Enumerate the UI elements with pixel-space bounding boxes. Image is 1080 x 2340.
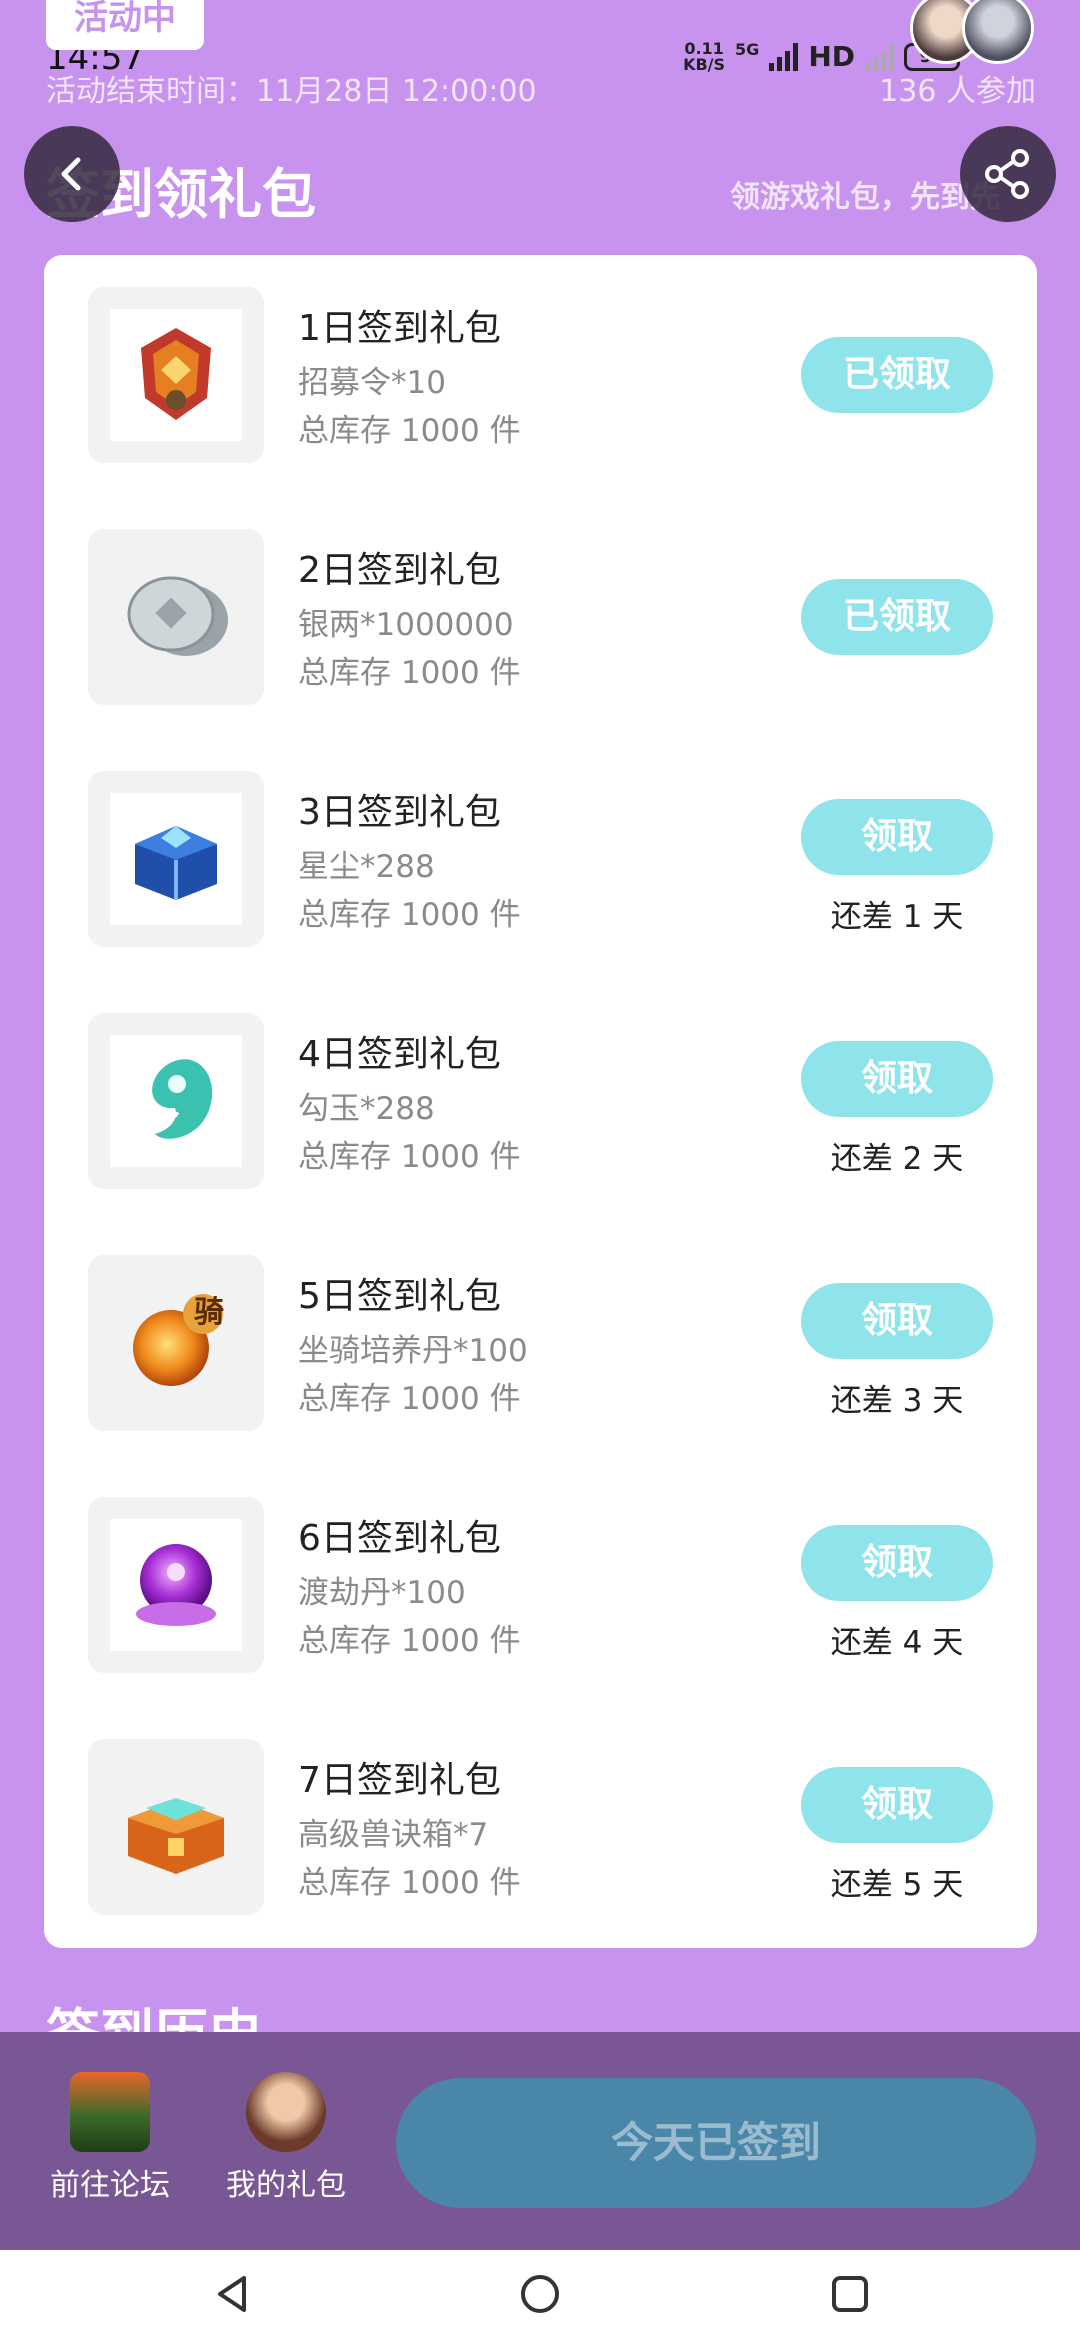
gift-row: 2日签到礼包 银两*1000000 总库存 1000 件 已领取 — [44, 497, 1037, 739]
signed-in-button[interactable]: 今天已签到 — [396, 2078, 1036, 2208]
gift-thumbnail — [88, 529, 264, 705]
gift-item: 勾玉*288 — [298, 1091, 435, 1127]
gift-thumbnail — [88, 1013, 264, 1189]
gift-stock: 总库存 1000 件 — [298, 1865, 521, 1901]
stardust-chest-icon — [135, 826, 217, 900]
net-speed: 0.11 KB/S — [683, 38, 726, 74]
gift-stock: 总库存 1000 件 — [298, 1381, 521, 1417]
magatama-icon — [152, 1059, 213, 1139]
gift-thumbnail — [88, 1739, 264, 1915]
bottom-action-bar: 前往论坛 我的礼包 今天已签到 — [0, 2032, 1080, 2250]
participant-avatars — [910, 0, 1034, 64]
gift-title: 3日签到礼包 — [298, 792, 501, 833]
gift-row: 1日签到礼包 招募令*10 总库存 1000 件 已领取 — [44, 255, 1037, 497]
participant-count: 136 人参加 — [879, 74, 1036, 109]
gift-row: 7日签到礼包 高级兽诀箱*7 总库存 1000 件 领取 还差 5 天 — [44, 1707, 1037, 1949]
days-remaining: 还差 4 天 — [830, 1625, 964, 1661]
tribulation-pill-icon — [136, 1544, 216, 1626]
my-gifts-label: 我的礼包 — [226, 2168, 346, 2203]
gift-thumbnail — [88, 287, 264, 463]
gift-title: 7日签到礼包 — [298, 1760, 501, 1801]
days-remaining: 还差 2 天 — [830, 1141, 964, 1177]
system-nav-bar — [0, 2250, 1080, 2340]
gift-item: 星尘*288 — [298, 849, 435, 885]
gift-title: 6日签到礼包 — [298, 1518, 501, 1559]
gift-item: 招募令*10 — [298, 365, 446, 401]
share-icon — [985, 149, 1029, 199]
gift-stock: 总库存 1000 件 — [298, 1139, 521, 1175]
forum-label: 前往论坛 — [50, 2168, 170, 2203]
gift-thumbnail — [88, 771, 264, 947]
nav-home-icon[interactable] — [518, 2272, 562, 2316]
gift-title: 2日签到礼包 — [298, 550, 501, 591]
forum-button[interactable]: 前往论坛 — [40, 2072, 180, 2204]
claim-button[interactable]: 领取 — [801, 1041, 993, 1117]
claimed-button[interactable]: 已领取 — [801, 337, 993, 413]
gift-title: 5日签到礼包 — [298, 1276, 501, 1317]
days-remaining: 还差 1 天 — [830, 899, 964, 935]
gift-item: 高级兽诀箱*7 — [298, 1817, 489, 1853]
my-gifts-button[interactable]: 我的礼包 — [216, 2072, 356, 2204]
beast-chest-icon — [128, 1798, 224, 1874]
gift-thumbnail: 骑 — [88, 1255, 264, 1431]
share-button[interactable] — [960, 126, 1056, 222]
gift-item: 坐骑培养丹*100 — [298, 1333, 528, 1369]
mount-badge: 骑 — [194, 1295, 224, 1330]
gift-stock: 总库存 1000 件 — [298, 413, 521, 449]
gift-row: 4日签到礼包 勾玉*288 总库存 1000 件 领取 还差 2 天 — [44, 981, 1037, 1223]
gift-item: 银两*1000000 — [298, 607, 514, 643]
days-remaining: 还差 3 天 — [830, 1383, 964, 1419]
claim-button[interactable]: 领取 — [801, 799, 993, 875]
gift-row: 6日签到礼包 渡劫丹*100 总库存 1000 件 领取 还差 4 天 — [44, 1465, 1037, 1707]
gift-title: 1日签到礼包 — [298, 308, 501, 349]
forum-game-icon — [70, 2072, 150, 2152]
gift-row: 3日签到礼包 星尘*288 总库存 1000 件 领取 还差 1 天 — [44, 739, 1037, 981]
activity-status-badge: 活动中 — [46, 0, 204, 50]
participant-avatar — [962, 0, 1034, 64]
gift-item: 渡劫丹*100 — [298, 1575, 466, 1611]
back-button[interactable] — [24, 126, 120, 222]
nav-recents-icon[interactable] — [828, 2272, 872, 2316]
back-arrow-icon — [61, 157, 81, 191]
activity-end-time: 活动结束时间：11月28日 12:00:00 — [46, 74, 537, 109]
signal-icon — [769, 42, 799, 71]
nav-back-icon[interactable] — [210, 2272, 254, 2316]
claim-button[interactable]: 领取 — [801, 1283, 993, 1359]
gift-stock: 总库存 1000 件 — [298, 655, 521, 691]
gift-stock: 总库存 1000 件 — [298, 897, 521, 933]
my-gifts-avatar-icon — [246, 2072, 326, 2152]
network-label: 5G — [735, 40, 760, 59]
gift-title: 4日签到礼包 — [298, 1034, 501, 1075]
claim-button[interactable]: 领取 — [801, 1767, 993, 1843]
gift-thumbnail — [88, 1497, 264, 1673]
claimed-button[interactable]: 已领取 — [801, 579, 993, 655]
silver-coin-icon — [127, 576, 228, 656]
gift-stock: 总库存 1000 件 — [298, 1623, 521, 1659]
gift-list-card: 1日签到礼包 招募令*10 总库存 1000 件 已领取 2日签到礼包 银两*1… — [44, 255, 1037, 1948]
gift-row: 骑 5日签到礼包 坐骑培养丹*100 总库存 1000 件 领取 还差 3 天 — [44, 1223, 1037, 1465]
days-remaining: 还差 5 天 — [830, 1867, 964, 1903]
claim-button[interactable]: 领取 — [801, 1525, 993, 1601]
recruit-token-icon — [141, 328, 211, 420]
hd-label: HD — [808, 40, 855, 73]
